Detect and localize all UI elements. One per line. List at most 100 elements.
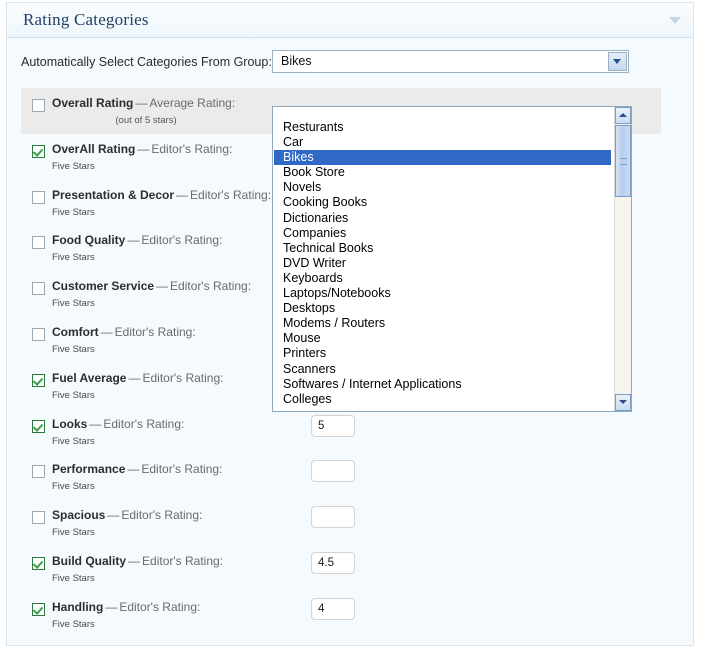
rating-category-name: OverAll Rating bbox=[52, 141, 136, 156]
rating-category-kind: Editor's Rating: bbox=[103, 416, 185, 431]
group-selector-label: Automatically Select Categories From Gro… bbox=[21, 55, 272, 69]
rating-category-title: Overall Rating — Average Rating: bbox=[52, 96, 235, 110]
rating-category-title: Handling — Editor's Rating: bbox=[52, 600, 200, 614]
rating-category-subtext: Five Stars bbox=[52, 435, 95, 447]
group-selector-row: Automatically Select Categories From Gro… bbox=[7, 50, 693, 76]
rating-value-input[interactable] bbox=[311, 460, 355, 483]
scrollbar-thumb[interactable] bbox=[615, 125, 631, 197]
dropdown-option[interactable]: Printers bbox=[274, 346, 611, 361]
dropdown-option[interactable]: Companies bbox=[274, 226, 611, 241]
dropdown-option[interactable]: Colleges bbox=[274, 392, 611, 407]
em-dash-separator: — bbox=[89, 416, 102, 431]
rating-category-kind: Editor's Rating: bbox=[119, 599, 201, 614]
rating-category-kind: Editor's Rating: bbox=[170, 279, 252, 294]
page-title: Rating Categories bbox=[23, 10, 149, 29]
rating-category-checkbox[interactable] bbox=[32, 511, 45, 525]
rating-category-name: Performance bbox=[52, 462, 126, 477]
rating-category-checkbox[interactable] bbox=[32, 602, 45, 616]
dropdown-option[interactable]: Car bbox=[274, 135, 611, 150]
rating-category-title: Looks — Editor's Rating: bbox=[52, 417, 184, 431]
rating-category-kind: Average Rating: bbox=[149, 96, 236, 110]
rating-category-row: Looks — Editor's Rating: Five Stars bbox=[21, 409, 661, 455]
group-select[interactable]: Bikes bbox=[272, 50, 629, 73]
rating-category-checkbox[interactable] bbox=[32, 373, 45, 387]
rating-category-name: Fuel Average bbox=[52, 370, 127, 385]
rating-category-name: Build Quality bbox=[52, 553, 127, 568]
chevron-down-icon[interactable] bbox=[615, 394, 631, 411]
rating-category-subtext: Five Stars bbox=[52, 298, 95, 310]
rating-category-name: Overall Rating bbox=[52, 96, 134, 110]
rating-category-title: OverAll Rating — Editor's Rating: bbox=[52, 142, 232, 156]
dropdown-option[interactable]: Bikes bbox=[274, 150, 611, 166]
rating-category-checkbox[interactable] bbox=[32, 419, 45, 433]
rating-category-subtext: Five Stars bbox=[52, 160, 95, 172]
rating-category-subtext: (out of 5 stars) bbox=[115, 115, 177, 126]
rating-category-checkbox[interactable] bbox=[32, 282, 45, 296]
chevron-up-icon[interactable] bbox=[615, 107, 631, 124]
dropdown-option[interactable]: Novels bbox=[274, 180, 611, 195]
rating-category-name: Spacious bbox=[52, 508, 106, 523]
em-dash-separator: — bbox=[176, 187, 189, 202]
rating-category-checkbox[interactable] bbox=[32, 465, 45, 479]
chevron-down-icon[interactable] bbox=[669, 17, 681, 24]
dropdown-option[interactable]: DVD Writer bbox=[274, 256, 611, 271]
rating-value-input[interactable] bbox=[311, 551, 355, 574]
rating-category-title: Spacious — Editor's Rating: bbox=[52, 508, 202, 522]
rating-category-checkbox[interactable] bbox=[32, 327, 45, 341]
rating-category-checkbox[interactable] bbox=[32, 144, 45, 158]
rating-category-title: Food Quality — Editor's Rating: bbox=[52, 233, 222, 247]
rating-category-row: Performance — Editor's Rating: Five Stars bbox=[21, 454, 661, 500]
dropdown-option[interactable]: Desktops bbox=[274, 301, 611, 316]
rating-category-row: Spacious — Editor's Rating: Five Stars bbox=[21, 500, 661, 546]
rating-value-input[interactable] bbox=[311, 506, 355, 529]
rating-category-checkbox[interactable] bbox=[32, 190, 45, 204]
rating-category-checkbox[interactable] bbox=[32, 556, 45, 570]
rating-value-input[interactable] bbox=[311, 597, 355, 620]
rating-category-checkbox[interactable] bbox=[32, 236, 45, 250]
em-dash-separator: — bbox=[128, 553, 141, 568]
dropdown-option[interactable]: Keyboards bbox=[274, 271, 611, 286]
rating-category-title: Comfort — Editor's Rating: bbox=[52, 325, 196, 339]
rating-category-checkbox[interactable] bbox=[32, 99, 45, 112]
rating-value-input[interactable] bbox=[311, 414, 355, 437]
em-dash-separator: — bbox=[127, 462, 140, 477]
rating-category-kind: Editor's Rating: bbox=[114, 324, 196, 339]
dropdown-option[interactable]: Softwares / Internet Applications bbox=[274, 377, 611, 392]
rating-category-name: Food Quality bbox=[52, 233, 126, 248]
dropdown-scrollbar[interactable] bbox=[614, 107, 631, 411]
em-dash-separator: — bbox=[100, 324, 113, 339]
dropdown-option[interactable]: Dictionaries bbox=[274, 211, 611, 226]
rating-category-title: Build Quality — Editor's Rating: bbox=[52, 554, 223, 568]
rating-category-subtext: Five Stars bbox=[52, 618, 95, 630]
group-select-value: Bikes bbox=[281, 54, 312, 68]
rating-category-kind: Editor's Rating: bbox=[141, 233, 223, 248]
rating-category-row: Handling — Editor's Rating: Five Stars bbox=[21, 592, 661, 638]
dropdown-option[interactable]: Laptops/Notebooks bbox=[274, 286, 611, 301]
rating-category-title: Performance — Editor's Rating: bbox=[52, 462, 222, 476]
dropdown-option-list: Resturants Car Bikes Book Store Novels Cookin… bbox=[274, 120, 611, 407]
em-dash-separator: — bbox=[127, 233, 140, 248]
panel-body: Automatically Select Categories From Gro… bbox=[7, 38, 693, 644]
em-dash-separator: — bbox=[156, 279, 169, 294]
rating-category-kind: Editor's Rating: bbox=[142, 553, 224, 568]
chevron-down-icon[interactable] bbox=[608, 52, 627, 71]
rating-category-name: Comfort bbox=[52, 324, 99, 339]
rating-category-name: Looks bbox=[52, 416, 88, 431]
rating-category-kind: Editor's Rating: bbox=[151, 141, 233, 156]
em-dash-separator: — bbox=[137, 141, 150, 156]
dropdown-option[interactable]: Technical Books bbox=[274, 241, 611, 256]
dropdown-option[interactable]: Mouse bbox=[274, 331, 611, 346]
dropdown-option[interactable]: Modems / Routers bbox=[274, 316, 611, 331]
rating-category-title: Presentation & Decor — Editor's Rating: bbox=[52, 188, 271, 202]
dropdown-option[interactable]: Resturants bbox=[274, 120, 611, 135]
group-select-dropdown[interactable]: Resturants Car Bikes Book Store Novels Cookin… bbox=[272, 106, 632, 412]
rating-category-name: Presentation & Decor bbox=[52, 187, 175, 202]
dropdown-option[interactable]: Cooking Books bbox=[274, 195, 611, 210]
rating-category-row: Build Quality — Editor's Rating: Five Stars bbox=[21, 546, 661, 592]
rating-category-name: Handling bbox=[52, 599, 104, 614]
rating-category-title: Fuel Average — Editor's Rating: bbox=[52, 371, 223, 385]
rating-category-kind: Editor's Rating: bbox=[141, 462, 223, 477]
dropdown-option[interactable]: Scanners bbox=[274, 362, 611, 377]
dropdown-option[interactable]: Book Store bbox=[274, 165, 611, 180]
rating-category-subtext: Five Stars bbox=[52, 572, 95, 584]
